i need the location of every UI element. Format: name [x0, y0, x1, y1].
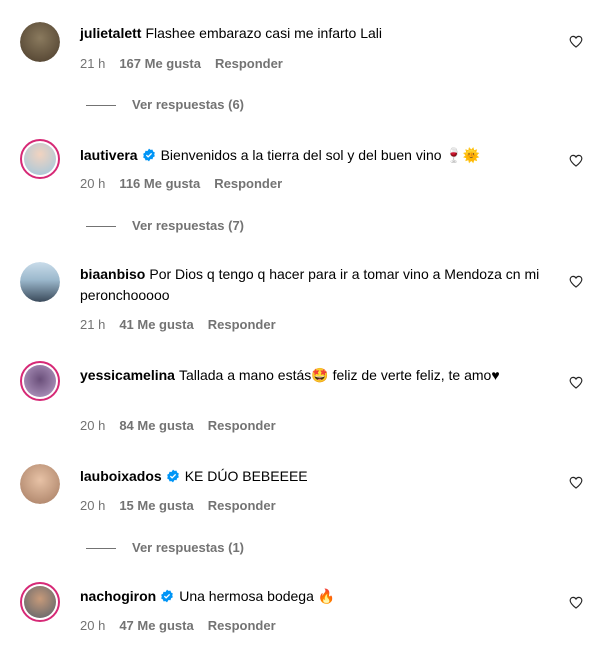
comment-body: julietalett Flashee embarazo casi me infa…	[80, 23, 551, 44]
comment-body: yessicamelina Tallada a mano estás🤩 feliz…	[80, 365, 551, 386]
heart-icon[interactable]	[569, 476, 583, 489]
comment-likes[interactable]: 47 Me gusta	[119, 618, 193, 633]
heart-icon[interactable]	[569, 154, 583, 167]
comment-likes[interactable]: 41 Me gusta	[119, 317, 193, 332]
comment-time[interactable]: 20 h	[80, 418, 105, 433]
view-replies-button[interactable]: Ver respuestas (1)	[86, 539, 244, 557]
comment-meta: 20 h 47 Me gusta Responder	[80, 617, 290, 635]
comment-likes[interactable]: 84 Me gusta	[119, 418, 193, 433]
comment-body: nachogiron Una hermosa bodega 🔥	[80, 586, 551, 607]
verified-badge-icon	[142, 148, 155, 162]
comment-meta: 21 h 41 Me gusta Responder	[80, 316, 290, 334]
view-replies-button[interactable]: Ver respuestas (6)	[86, 96, 244, 114]
avatar[interactable]	[20, 22, 60, 62]
avatar[interactable]	[20, 464, 60, 504]
reply-button[interactable]: Responder	[214, 176, 282, 191]
view-replies-label: Ver respuestas (6)	[132, 97, 245, 112]
comment-username[interactable]: julietalett	[80, 25, 141, 41]
reply-button[interactable]: Responder	[208, 618, 276, 633]
comment-text: Por Dios q tengo q hacer para ir a tomar…	[80, 266, 540, 303]
comment-username[interactable]: lauboixados	[80, 468, 162, 484]
comment-text: Flashee embarazo casi me infarto Lali	[145, 25, 383, 41]
comment-username[interactable]: biaanbiso	[80, 266, 145, 282]
comment-likes[interactable]: 167 Me gusta	[119, 56, 201, 71]
replies-divider	[86, 548, 116, 550]
comment-time[interactable]: 20 h	[80, 498, 105, 513]
avatar[interactable]	[20, 582, 60, 622]
replies-divider	[86, 105, 116, 107]
comment-text: KE DÚO BEBEEEE	[184, 468, 308, 484]
comment-time[interactable]: 20 h	[80, 618, 105, 633]
comment-time[interactable]: 21 h	[80, 317, 105, 332]
replies-divider	[86, 226, 116, 228]
comment-body: biaanbiso Por Dios q tengo q hacer para i…	[80, 264, 551, 306]
comment-time[interactable]: 20 h	[80, 176, 105, 191]
reply-button[interactable]: Responder	[215, 56, 283, 71]
heart-icon[interactable]	[569, 376, 583, 389]
reply-button[interactable]: Responder	[208, 498, 276, 513]
reply-button[interactable]: Responder	[208, 418, 276, 433]
view-replies-label: Ver respuestas (1)	[132, 540, 245, 555]
verified-badge-icon	[161, 589, 174, 603]
comment-time[interactable]: 21 h	[80, 56, 105, 71]
comment-body: lauboixados KE DÚO BEBEEEE	[80, 466, 551, 487]
view-replies-button[interactable]: Ver respuestas (7)	[86, 217, 244, 235]
heart-icon[interactable]	[569, 35, 583, 48]
comment-meta: 20 h 84 Me gusta Responder	[80, 417, 290, 435]
comment-likes[interactable]: 15 Me gusta	[119, 498, 193, 513]
avatar[interactable]	[20, 361, 60, 401]
comment-meta: 21 h 167 Me gusta Responder	[80, 55, 297, 73]
view-replies-label: Ver respuestas (7)	[132, 218, 245, 233]
comment-username[interactable]: nachogiron	[80, 588, 156, 604]
heart-icon[interactable]	[569, 275, 583, 288]
comment-likes[interactable]: 116 Me gusta	[119, 176, 200, 191]
comment-meta: 20 h 116 Me gusta Responder	[80, 175, 296, 193]
heart-icon[interactable]	[569, 596, 583, 609]
avatar[interactable]	[20, 139, 60, 179]
comment-text: Bienvenidos a la tierra del sol y del bu…	[160, 147, 481, 163]
comment-text: Una hermosa bodega 🔥	[179, 588, 336, 604]
reply-button[interactable]: Responder	[208, 317, 276, 332]
comment-username[interactable]: lautivera	[80, 147, 138, 163]
comment-username[interactable]: yessicamelina	[80, 367, 175, 383]
avatar[interactable]	[20, 262, 60, 302]
comment-meta: 20 h 15 Me gusta Responder	[80, 497, 290, 515]
comment-body: lautivera Bienvenidos a la tierra del sol…	[80, 145, 551, 166]
comment-text: Tallada a mano estás🤩 feliz de verte fel…	[178, 367, 500, 383]
verified-badge-icon	[166, 469, 179, 483]
